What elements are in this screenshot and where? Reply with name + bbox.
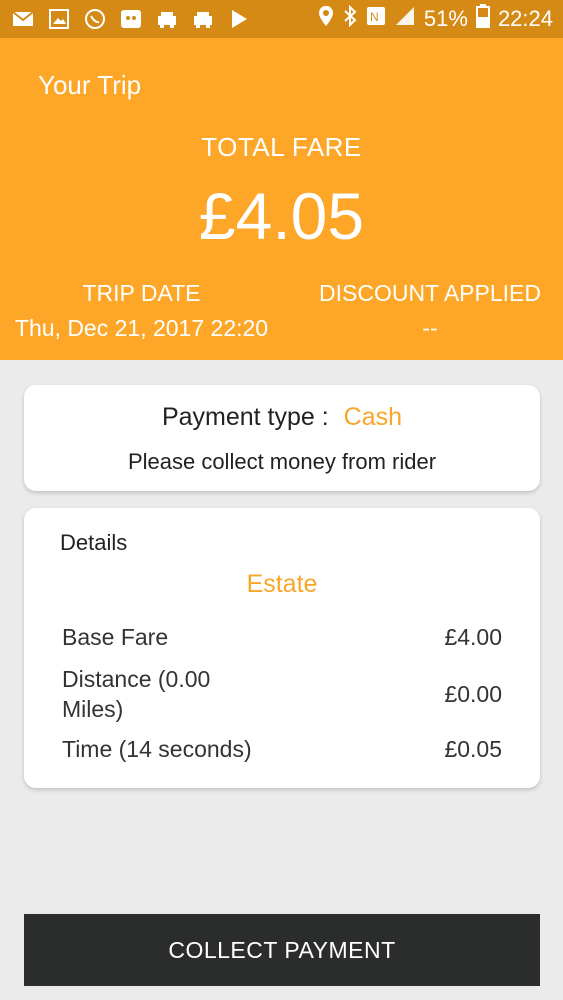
battery-percent: 51% bbox=[423, 6, 468, 31]
collect-payment-button[interactable]: COLLECT PAYMENT bbox=[24, 914, 540, 986]
svg-text:N: N bbox=[370, 10, 379, 24]
vehicle-type: Estate bbox=[246, 570, 318, 598]
payment-type-value: Cash bbox=[343, 403, 403, 431]
whatsapp-icon bbox=[82, 6, 108, 32]
fare-row-amount: £4.00 bbox=[444, 624, 502, 650]
signal-icon bbox=[394, 6, 416, 32]
car-icon bbox=[190, 6, 216, 32]
discount-value: -- bbox=[422, 315, 438, 341]
nfc-icon: N bbox=[366, 6, 386, 32]
fare-row: Time (14 seconds) £0.05 bbox=[62, 734, 502, 764]
fare-row-amount: £0.00 bbox=[444, 681, 502, 707]
trip-date-value: Thu, Dec 21, 2017 22:20 bbox=[14, 315, 269, 341]
status-time: 22:24 bbox=[497, 6, 553, 31]
fare-row-amount: £0.05 bbox=[444, 736, 502, 762]
status-bar: N 51% 22:24 bbox=[0, 0, 563, 38]
battery-icon bbox=[475, 4, 490, 34]
discount-label: DISCOUNT APPLIED bbox=[319, 280, 541, 306]
payment-type-label: Payment type : bbox=[161, 403, 329, 431]
total-fare-label: TOTAL FARE bbox=[201, 132, 362, 162]
total-fare-amount: £4.05 bbox=[198, 179, 365, 253]
trip-date-label: TRIP DATE bbox=[82, 280, 201, 306]
fare-row-name: Time (14 seconds) bbox=[62, 736, 252, 762]
payment-type-row: Payment type : Cash bbox=[24, 403, 540, 432]
location-icon bbox=[318, 5, 334, 33]
payment-note: Please collect money from rider bbox=[127, 449, 437, 474]
trip-summary-header: Your Trip TOTAL FARE £4.05 TRIP DATE Thu… bbox=[0, 38, 563, 360]
payment-card: Payment type : Cash Please collect money… bbox=[24, 385, 540, 491]
mail-icon bbox=[10, 6, 36, 32]
fare-row: Distance (0.00 Miles) £0.00 bbox=[62, 664, 502, 724]
image-icon bbox=[46, 6, 72, 32]
game-icon bbox=[118, 6, 144, 32]
discount-section: DISCOUNT APPLIED -- bbox=[300, 280, 560, 342]
details-title: Details bbox=[60, 530, 128, 555]
trip-date-section: TRIP DATE Thu, Dec 21, 2017 22:20 bbox=[0, 280, 283, 342]
car-icon bbox=[154, 6, 180, 32]
play-store-icon bbox=[226, 6, 252, 32]
details-card: Details Estate Base Fare £4.00 Distance … bbox=[24, 508, 540, 788]
bluetooth-icon bbox=[342, 4, 358, 33]
page-title: Your Trip bbox=[38, 70, 142, 100]
fare-row: Base Fare £4.00 bbox=[62, 622, 502, 652]
fare-row-name: Base Fare bbox=[62, 624, 169, 650]
fare-row-name: Distance (0.00 Miles) bbox=[62, 666, 211, 722]
